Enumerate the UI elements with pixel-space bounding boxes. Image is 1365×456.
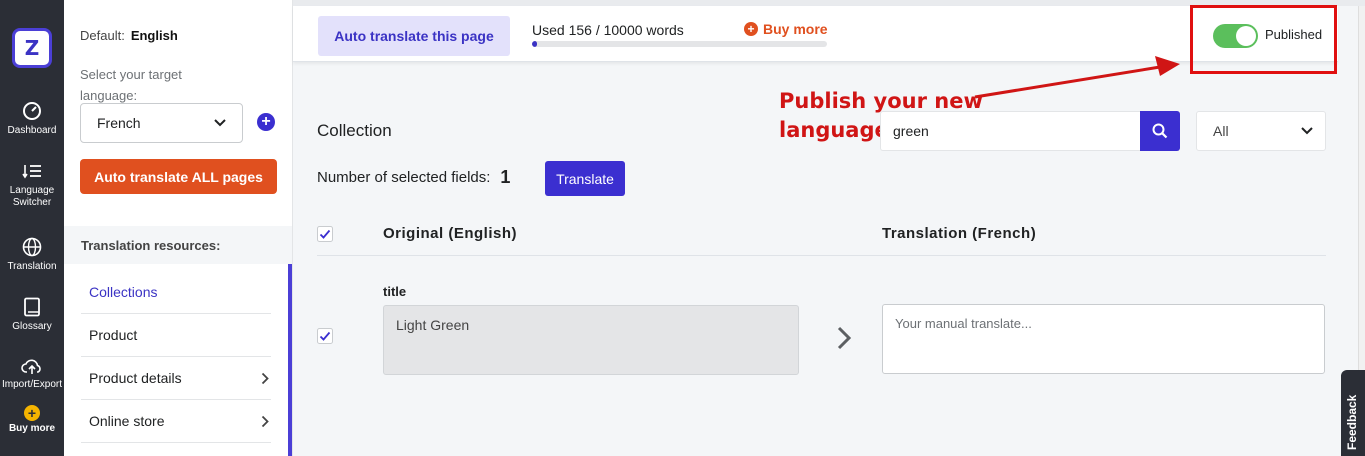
translate-button[interactable]: Translate xyxy=(545,161,625,196)
search-input[interactable]: green xyxy=(880,111,1141,151)
rail-item-label: Import/Export xyxy=(1,379,63,390)
rail-item-dashboard[interactable]: Dashboard xyxy=(0,101,64,137)
auto-translate-page-button[interactable]: Auto translate this page xyxy=(318,16,510,56)
target-language-select[interactable]: French xyxy=(80,103,243,143)
rail-item-translation[interactable]: Translation xyxy=(0,237,64,273)
resource-item-label: Product details xyxy=(89,370,182,386)
chevron-down-icon xyxy=(1301,127,1313,135)
default-language-value: English xyxy=(130,28,178,43)
translation-resources-list: Collections Product Product details Onli… xyxy=(81,271,271,443)
row-checkbox[interactable] xyxy=(317,328,333,344)
rail-item-label: Language Switcher xyxy=(9,185,55,208)
target-language-value: French xyxy=(97,115,141,131)
rail-item-language-switcher[interactable]: Language Switcher xyxy=(0,163,64,209)
list-icon xyxy=(22,165,41,179)
language-sidebar: Default: English Select your target langu… xyxy=(64,0,293,456)
translation-resources-heading: Translation resources: xyxy=(64,226,292,264)
resource-item-label: Product xyxy=(89,327,138,343)
search-icon xyxy=(1152,123,1168,139)
add-language-button[interactable]: + xyxy=(257,113,275,131)
selected-fields-label: Number of selected fields: xyxy=(317,169,491,186)
selected-fields-counter: Number of selected fields: 1 xyxy=(317,167,510,188)
chevron-down-icon xyxy=(214,119,226,127)
logo-z-icon: Z xyxy=(24,36,40,60)
select-all-checkbox[interactable] xyxy=(317,226,333,242)
plus-circle-icon: + xyxy=(744,22,758,36)
default-language: Default: English xyxy=(80,28,178,43)
chevron-right-icon xyxy=(261,415,269,427)
page-scrollbar[interactable] xyxy=(1358,6,1365,370)
filter-select[interactable]: All xyxy=(1196,111,1326,151)
feedback-label: Feedback xyxy=(1345,394,1359,450)
highlight-box xyxy=(1190,5,1337,74)
app-logo[interactable]: Z xyxy=(12,28,52,68)
resource-item-online-store[interactable]: Online store xyxy=(81,400,271,443)
globe-icon xyxy=(22,237,42,257)
rail-item-glossary[interactable]: Glossary xyxy=(0,297,64,333)
rail-item-buy-more[interactable]: + Buy more xyxy=(0,405,64,435)
column-header-original: Original (English) xyxy=(383,225,518,242)
book-icon xyxy=(24,297,40,317)
rail-item-label: Glossary xyxy=(12,321,52,332)
selected-fields-count: 1 xyxy=(500,167,511,187)
resource-item-product-details[interactable]: Product details xyxy=(81,357,271,400)
gauge-icon xyxy=(23,102,41,120)
field-label: title xyxy=(383,284,407,299)
word-usage-progress xyxy=(532,41,827,47)
feedback-tab[interactable]: Feedback xyxy=(1341,370,1365,456)
table-divider xyxy=(317,255,1326,256)
chevron-right-icon xyxy=(837,326,852,350)
resource-item-product[interactable]: Product xyxy=(81,314,271,357)
rail-item-label: Buy more xyxy=(8,423,56,434)
auto-translate-all-button[interactable]: Auto translate ALL pages xyxy=(80,159,277,194)
buy-more-label: Buy more xyxy=(763,21,828,37)
rail-item-import-export[interactable]: Import/Export xyxy=(0,357,64,391)
cloud-upload-icon xyxy=(21,359,41,374)
resource-scroll-indicator xyxy=(288,264,292,456)
buy-more-link[interactable]: + Buy more xyxy=(744,21,828,37)
chevron-right-icon xyxy=(261,372,269,384)
rail-item-label: Translation xyxy=(7,261,57,272)
search-input-value: green xyxy=(893,123,929,139)
section-title: Collection xyxy=(317,121,392,140)
app-rail: Z Dashboard Language Switcher Translatio… xyxy=(0,0,64,456)
filter-value: All xyxy=(1213,123,1229,139)
translation-input[interactable]: Your manual translate... xyxy=(882,304,1325,374)
main-topbar: Auto translate this page Used 156 / 1000… xyxy=(293,6,1338,62)
resource-item-label: Online store xyxy=(89,413,165,429)
word-usage-text: Used 156 / 10000 words xyxy=(532,22,684,38)
original-value-box: Light Green xyxy=(383,305,799,375)
plus-circle-icon: + xyxy=(24,405,40,421)
resource-item-collections[interactable]: Collections xyxy=(81,271,271,314)
column-header-translation: Translation (French) xyxy=(882,225,1037,242)
resource-item-label: Collections xyxy=(89,284,158,300)
target-language-label: Select your target language: xyxy=(80,67,182,103)
default-language-label: Default: xyxy=(80,28,125,43)
word-usage-progress-fill xyxy=(532,41,537,47)
search-button[interactable] xyxy=(1140,111,1180,151)
rail-item-label: Dashboard xyxy=(7,125,57,136)
